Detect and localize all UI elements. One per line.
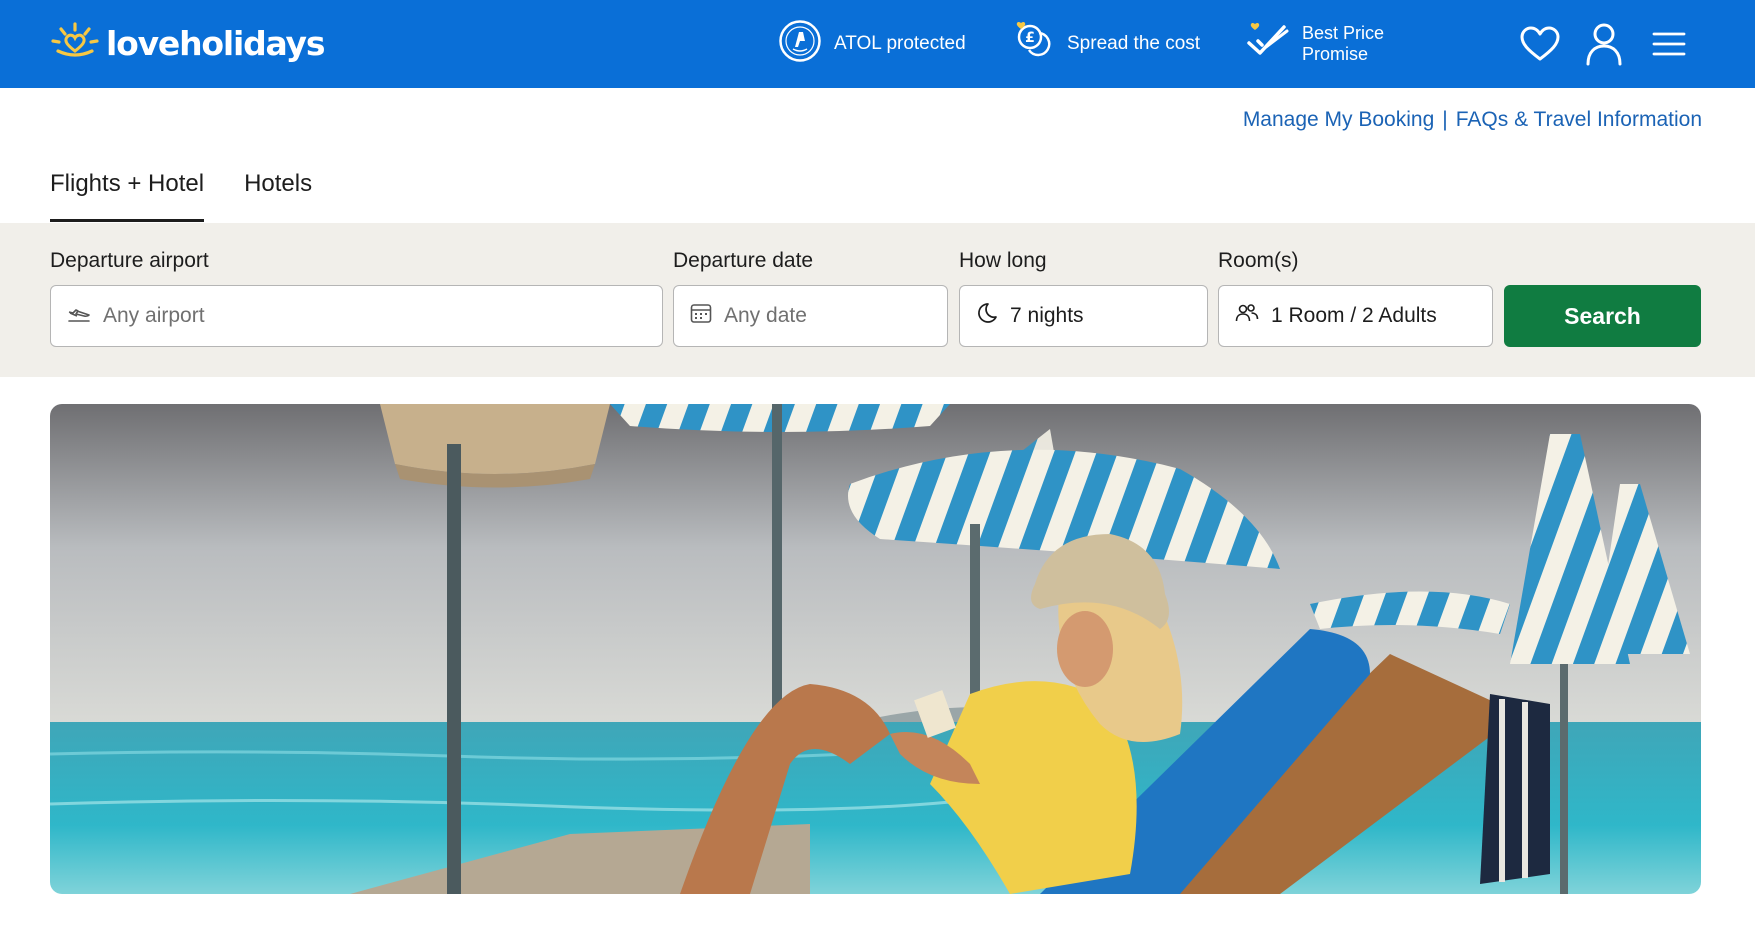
moon-icon — [976, 302, 998, 330]
search-panel: Departure airport Any airport Departure … — [0, 223, 1755, 377]
how-long-select[interactable]: 7 nights — [959, 285, 1208, 347]
faqs-travel-info-link[interactable]: FAQs & Travel Information — [1456, 108, 1702, 132]
manage-my-booking-link[interactable]: Manage My Booking — [1243, 108, 1434, 132]
atol-badge-icon — [778, 19, 822, 69]
tab-flights-hotel[interactable]: Flights + Hotel — [50, 170, 205, 222]
account-user-icon[interactable] — [1580, 20, 1628, 68]
tab-hotels[interactable]: Hotels — [244, 170, 312, 222]
coins-pound-icon: £ — [1015, 19, 1055, 69]
departure-date-label: Departure date — [673, 249, 814, 272]
plane-takeoff-icon — [67, 303, 91, 329]
top-navigation-bar: loveholidays ATOL protected £ Spread the… — [0, 0, 1755, 88]
rooms-guests-value: 1 Room / 2 Adults — [1271, 304, 1437, 327]
usp-price-label: Best Price Promise — [1302, 23, 1384, 65]
calendar-icon — [690, 302, 712, 330]
search-button[interactable]: Search — [1504, 285, 1701, 347]
favourites-heart-icon[interactable] — [1516, 20, 1564, 68]
guests-people-icon — [1235, 303, 1259, 329]
loveholidays-logo[interactable]: loveholidays — [50, 18, 325, 68]
rooms-guests-select[interactable]: 1 Room / 2 Adults — [1218, 285, 1493, 347]
usp-spread-the-cost: £ Spread the cost — [1015, 20, 1200, 68]
how-long-label: How long — [959, 249, 1047, 272]
usp-best-price-promise: Best Price Promise — [1246, 20, 1384, 68]
hamburger-menu-icon[interactable] — [1645, 20, 1693, 68]
usp-price-label-line2: Promise — [1302, 44, 1369, 64]
svg-text:£: £ — [1025, 30, 1035, 46]
logo-wordmark: loveholidays — [106, 23, 325, 63]
hero-beach-image — [50, 404, 1701, 894]
departure-airport-placeholder: Any airport — [103, 304, 205, 327]
usp-atol-label: ATOL protected — [834, 33, 966, 54]
product-tabs: Flights + Hotel Hotels — [50, 170, 312, 222]
link-separator: | — [1442, 108, 1448, 131]
usp-atol-protected: ATOL protected — [778, 20, 966, 68]
rooms-label: Room(s) — [1218, 249, 1299, 272]
departure-date-placeholder: Any date — [724, 304, 807, 327]
double-check-icon — [1246, 19, 1290, 69]
sun-heart-logo-icon — [50, 21, 100, 66]
usp-price-label-line1: Best Price — [1302, 23, 1385, 43]
utility-links: Manage My Booking | FAQs & Travel Inform… — [1243, 108, 1702, 132]
departure-airport-input[interactable]: Any airport — [50, 285, 663, 347]
how-long-value: 7 nights — [1010, 304, 1084, 327]
usp-spread-label: Spread the cost — [1067, 33, 1201, 54]
departure-airport-label: Departure airport — [50, 249, 209, 272]
departure-date-input[interactable]: Any date — [673, 285, 948, 347]
